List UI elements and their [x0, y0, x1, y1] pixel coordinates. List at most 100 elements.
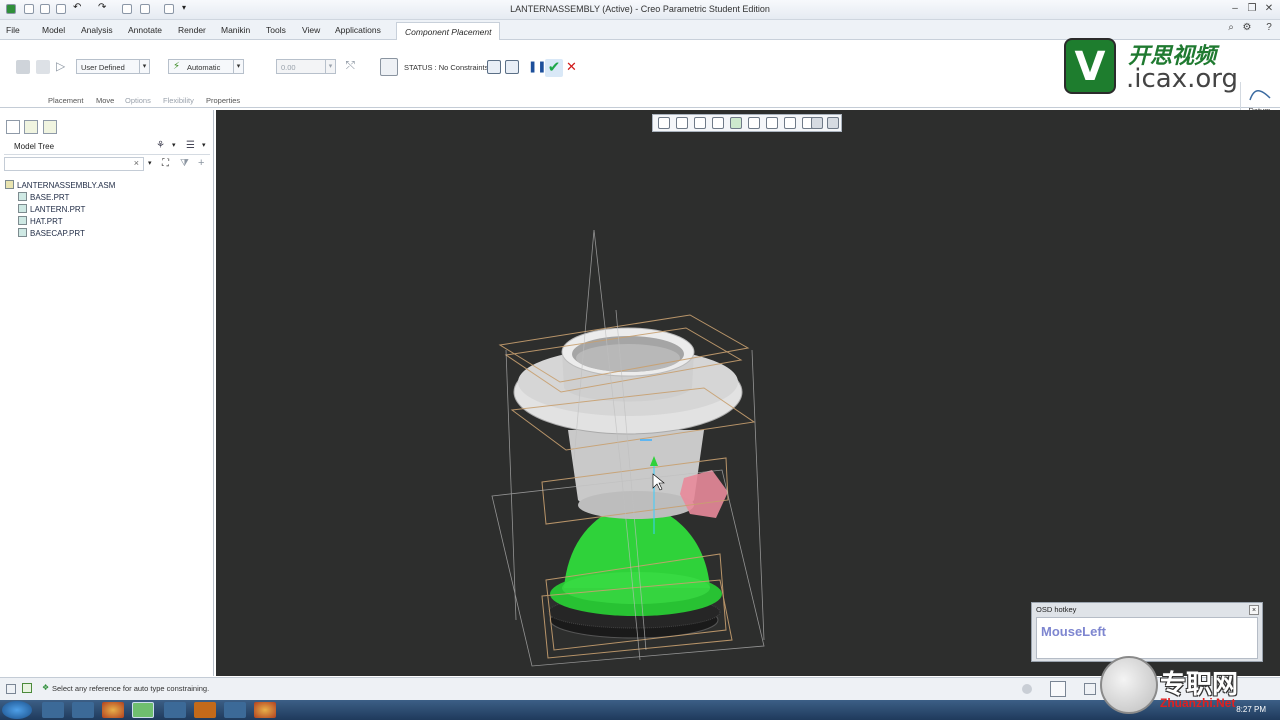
- tab-manikin[interactable]: Manikin: [221, 25, 250, 35]
- zoom-in-icon[interactable]: [676, 117, 688, 129]
- tab-file[interactable]: File: [6, 25, 20, 35]
- tab-annotate[interactable]: Annotate: [128, 25, 162, 35]
- saved-orientations-icon[interactable]: [748, 117, 760, 129]
- window-title: LANTERNASSEMBLY (Active) - Creo Parametr…: [510, 4, 770, 14]
- pause-icon[interactable]: ❚❚: [528, 61, 546, 75]
- zoom-out-icon[interactable]: [694, 117, 706, 129]
- show-icon[interactable]: ☰: [186, 140, 195, 151]
- lantern-assembly-model[interactable]: [216, 110, 1280, 676]
- logo-letter: V: [1064, 38, 1116, 94]
- windows-taskbar: 8:27 PM: [0, 700, 1280, 720]
- model-tree-tab-icon[interactable]: [6, 120, 20, 134]
- find-icon[interactable]: [1050, 681, 1066, 697]
- chevron-down-icon[interactable]: ▾: [148, 159, 152, 167]
- subtab-placement[interactable]: Placement: [48, 96, 83, 105]
- status-message: Select any reference for auto type const…: [52, 684, 210, 693]
- model-tree-title: Model Tree: [14, 142, 55, 151]
- repaint-icon[interactable]: [712, 117, 724, 129]
- filter-icon[interactable]: ⧩: [180, 158, 189, 169]
- tab-tools[interactable]: Tools: [266, 25, 286, 35]
- cancel-x-icon[interactable]: ✕: [566, 60, 580, 74]
- clear-search-icon[interactable]: ×: [134, 158, 139, 168]
- search-icon[interactable]: ⌕: [1224, 22, 1238, 34]
- tree-item[interactable]: HAT.PRT: [18, 216, 63, 228]
- selection-filter-icon[interactable]: [1084, 683, 1096, 695]
- part-icon: [18, 228, 27, 237]
- taskbar-app[interactable]: [164, 702, 186, 718]
- annotation-display-icon[interactable]: [811, 117, 823, 129]
- logo-site: .icax.org: [1126, 64, 1239, 94]
- spin-center-icon[interactable]: [827, 117, 839, 129]
- part-icon: [18, 204, 27, 213]
- tree-search-input[interactable]: ×: [4, 157, 144, 171]
- tab-analysis[interactable]: Analysis: [81, 25, 113, 35]
- help-icon[interactable]: ?: [1262, 22, 1276, 34]
- add-icon[interactable]: +: [198, 157, 204, 169]
- tree-toggle-icon[interactable]: [6, 684, 16, 694]
- constraint-type-select[interactable]: ⚡ Automatic ▾: [168, 59, 244, 74]
- close-icon[interactable]: ✕: [1262, 3, 1276, 15]
- accept-check-icon[interactable]: ✔: [545, 59, 563, 77]
- lightning-icon: ⚡: [173, 61, 181, 72]
- settings-tree-icon[interactable]: ⚘: [156, 140, 165, 151]
- taskbar-app[interactable]: [224, 702, 246, 718]
- tree-root-label: LANTERNASSEMBLY.ASM: [17, 181, 116, 190]
- taskbar-chrome[interactable]: [102, 702, 124, 718]
- favorites-icon[interactable]: [43, 120, 57, 134]
- chevron-down-icon: ▾: [233, 60, 243, 73]
- taskbar-explorer[interactable]: [42, 702, 64, 718]
- part-icon: [18, 192, 27, 201]
- chevron-down-icon: ▾: [325, 60, 335, 73]
- tree-item[interactable]: BASECAP.PRT: [18, 228, 85, 240]
- subtab-properties[interactable]: Properties: [206, 96, 240, 105]
- constraint-set-select[interactable]: User Defined ▾: [76, 59, 150, 74]
- watermark-url: Zhuanzhi.Net: [1160, 696, 1236, 710]
- move-component-icon[interactable]: [380, 58, 398, 76]
- folder-browser-icon[interactable]: [24, 120, 38, 134]
- taskbar-creo[interactable]: [132, 702, 154, 718]
- status-text: STATUS : No Constraints: [404, 63, 489, 72]
- zhuanzhi-watermark: 专职网 Zhuanzhi.Net: [1100, 656, 1280, 720]
- tree-item[interactable]: LANTERN.PRT: [18, 204, 85, 216]
- tab-render[interactable]: Render: [178, 25, 206, 35]
- tree-item[interactable]: BASE.PRT: [18, 192, 69, 204]
- taskbar-app[interactable]: [72, 702, 94, 718]
- taskbar-browser[interactable]: [254, 702, 276, 718]
- settings-icon[interactable]: ⚙: [1240, 22, 1254, 34]
- close-icon[interactable]: ×: [1249, 605, 1259, 615]
- flip-icon[interactable]: ⤲: [346, 60, 360, 74]
- osd-hotkey-popup: OSD hotkey × MouseLeft: [1031, 602, 1263, 662]
- view-manager-icon[interactable]: [766, 117, 778, 129]
- chevron-down-icon[interactable]: ▾: [202, 141, 206, 149]
- subtab-move[interactable]: Move: [96, 96, 114, 105]
- offset-input[interactable]: 0.00 ▾: [276, 59, 336, 74]
- taskbar-app[interactable]: [194, 702, 216, 718]
- display-style-icon[interactable]: [730, 117, 742, 129]
- user-defined-icon[interactable]: [16, 60, 30, 74]
- assembly-window-icon[interactable]: [505, 60, 519, 74]
- tab-applications[interactable]: Applications: [335, 25, 381, 35]
- tab-view[interactable]: View: [302, 25, 320, 35]
- start-button[interactable]: [2, 701, 32, 719]
- osd-text: MouseLeft: [1041, 624, 1106, 639]
- browser-toggle-icon[interactable]: [22, 683, 32, 693]
- play-icon[interactable]: ▷: [56, 60, 70, 74]
- subtab-options: Options: [125, 96, 151, 105]
- graphics-viewport[interactable]: [216, 110, 1280, 676]
- connection-icon[interactable]: [36, 60, 50, 74]
- tree-root[interactable]: LANTERNASSEMBLY.ASM: [5, 180, 115, 192]
- restore-icon[interactable]: ❐: [1245, 3, 1259, 15]
- separate-window-icon[interactable]: [487, 60, 501, 74]
- minimize-icon[interactable]: –: [1228, 3, 1242, 15]
- status-bar: ❖ Select any reference for auto type con…: [0, 677, 1280, 700]
- refit-icon[interactable]: [658, 117, 670, 129]
- assembly-icon: [5, 180, 14, 189]
- tree-item-label: BASE.PRT: [30, 193, 70, 202]
- constraint-type-value: Automatic: [187, 63, 221, 72]
- tab-model[interactable]: Model: [42, 25, 65, 35]
- chevron-down-icon[interactable]: ▾: [172, 141, 176, 149]
- regen-status-icon: [1022, 684, 1032, 694]
- find-binoculars-icon[interactable]: ⛶: [162, 158, 169, 169]
- perspective-view-icon[interactable]: [784, 117, 796, 129]
- tab-component-placement[interactable]: Component Placement: [396, 22, 501, 41]
